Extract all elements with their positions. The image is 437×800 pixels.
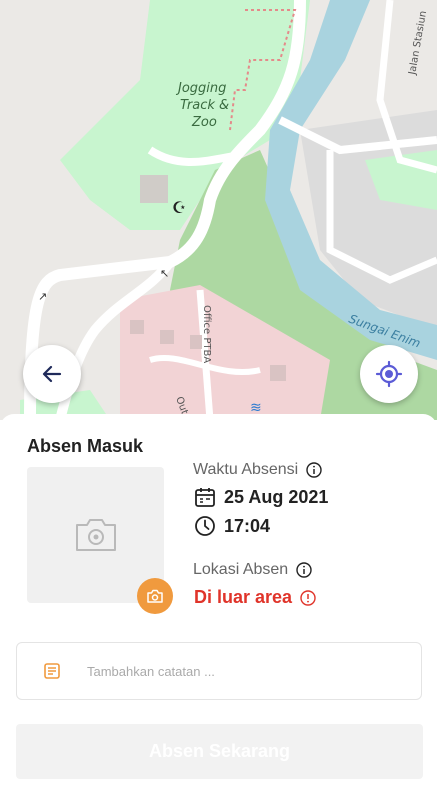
svg-text:↖: ↖ — [160, 267, 169, 280]
submit-attendance-button[interactable]: Absen Sekarang — [16, 724, 423, 779]
location-status: Di luar area — [194, 587, 293, 607]
location-label-text: Lokasi Absen — [193, 561, 289, 578]
take-photo-button[interactable] — [137, 578, 173, 614]
camera-icon — [75, 519, 116, 551]
back-arrow-icon — [42, 365, 62, 383]
location-label: Lokasi Absen — [193, 561, 312, 579]
info-icon[interactable] — [300, 589, 316, 606]
map-label-track: Track & — [180, 98, 229, 113]
map-label-jogging: Jogging — [175, 81, 226, 96]
map-label-office: Office PTBA — [201, 305, 212, 363]
sheet-title: Absen Masuk — [27, 436, 144, 456]
time-label: Waktu Absensi — [193, 461, 322, 479]
note-input[interactable] — [85, 662, 409, 680]
map-label-zoo: Zoo — [191, 115, 217, 130]
calendar-icon — [195, 488, 215, 507]
camera-icon — [147, 589, 163, 603]
info-icon[interactable] — [296, 562, 312, 578]
time-row: 17:04 — [194, 515, 270, 537]
locate-button[interactable] — [360, 345, 418, 403]
mosque-icon: ☪ — [172, 198, 186, 217]
note-field[interactable] — [16, 642, 422, 700]
time-label-text: Waktu Absensi — [193, 461, 299, 478]
attendance-sheet: Absen Masuk Waktu Absensi 25 Aug 2021 17… — [0, 414, 437, 800]
back-button[interactable] — [23, 345, 81, 403]
date-row: 25 Aug 2021 — [194, 486, 328, 508]
svg-text:↗: ↗ — [38, 290, 47, 303]
clock-icon — [195, 516, 215, 536]
note-icon — [44, 663, 60, 679]
time-value: 17:04 — [224, 515, 271, 536]
locate-icon — [375, 360, 403, 388]
location-status-row: Di luar area — [194, 587, 316, 608]
info-icon[interactable] — [306, 462, 322, 478]
date-value: 25 Aug 2021 — [224, 486, 329, 507]
